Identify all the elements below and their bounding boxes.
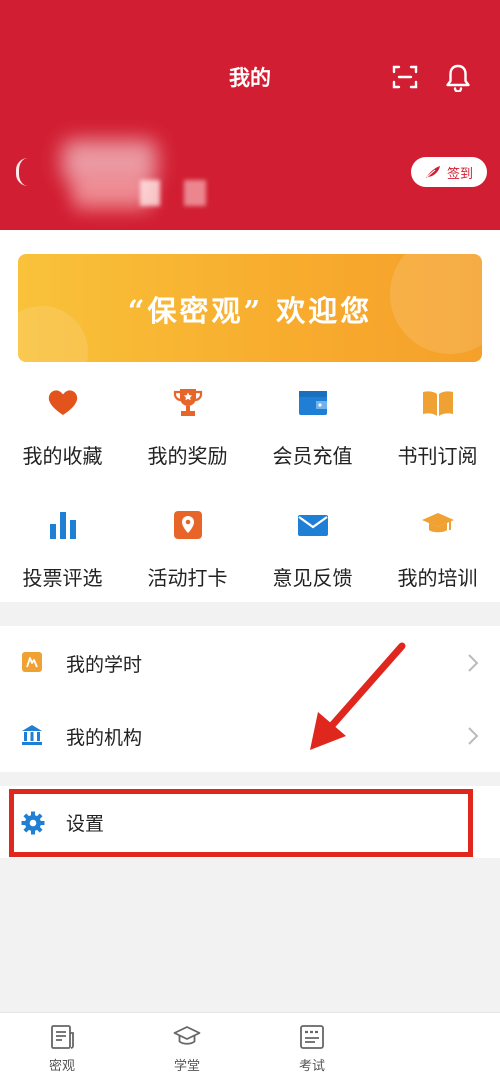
- grid-item-training[interactable]: 我的培训: [375, 508, 500, 591]
- feather-icon: [425, 166, 440, 178]
- news-icon: [51, 1025, 74, 1049]
- mail-icon: [297, 515, 328, 536]
- tab-kaoshi[interactable]: 考试: [282, 1023, 342, 1074]
- grid-item-label: 意见反馈: [272, 566, 353, 590]
- institution-icon: [22, 725, 42, 745]
- chevron-right-icon: [468, 727, 479, 745]
- grid-item-label: 我的培训: [397, 566, 478, 590]
- blurred-mark-2: [184, 180, 206, 206]
- grid-item-recharge[interactable]: 会员充值: [250, 386, 375, 469]
- tab-miguan[interactable]: 密观: [32, 1023, 92, 1074]
- grid-item-label: 我的奖励: [147, 444, 228, 468]
- bar-chart-icon: [49, 512, 76, 539]
- exam-icon: [300, 1025, 324, 1049]
- welcome-banner[interactable]: “保密观” 欢迎您: [18, 254, 482, 362]
- trophy-icon: [173, 389, 202, 416]
- list-item-label: 我的机构: [66, 727, 143, 749]
- location-pin-icon: [173, 511, 202, 539]
- book-icon: [422, 391, 453, 416]
- list-item-institution[interactable]: 我的机构: [0, 699, 500, 772]
- grid-item-subscription[interactable]: 书刊订阅: [375, 386, 500, 469]
- wallet-icon: [298, 391, 327, 415]
- profile-header: 我的 签到: [0, 0, 500, 230]
- grid-item-voting[interactable]: 投票评选: [0, 508, 125, 591]
- grid-item-label: 活动打卡: [147, 566, 228, 590]
- list-item-label: 我的学时: [66, 654, 143, 676]
- annotation-highlight-box: [9, 789, 473, 857]
- grid-item-rewards[interactable]: 我的奖励: [125, 386, 250, 469]
- blurred-mark: [140, 180, 160, 206]
- bell-icon[interactable]: [445, 62, 471, 92]
- banner-text: “保密观” 欢迎您: [127, 294, 373, 328]
- heart-icon: [48, 390, 77, 415]
- list-item-study-hours[interactable]: 我的学时: [0, 626, 500, 699]
- page-title: 我的: [229, 66, 271, 90]
- annotation-arrow-icon: [310, 642, 406, 750]
- checkin-label: 签到: [446, 166, 473, 182]
- avatar[interactable]: [16, 158, 28, 186]
- grid-item-label: 书刊订阅: [397, 444, 478, 468]
- grid-item-label: 会员充值: [272, 444, 353, 468]
- tab-xuetang[interactable]: 学堂: [157, 1023, 217, 1074]
- menu-list: 我的学时 我的机构: [0, 626, 500, 772]
- scan-icon[interactable]: [392, 64, 418, 90]
- grid-item-checkin[interactable]: 活动打卡: [125, 508, 250, 591]
- grid-item-label: 我的收藏: [22, 444, 103, 468]
- tab-label: 学堂: [173, 1059, 200, 1074]
- study-hours-icon: [22, 652, 42, 672]
- tab-label: 考试: [298, 1059, 325, 1074]
- chevron-right-icon: [468, 654, 479, 672]
- graduation-cap-icon: [421, 513, 454, 533]
- grid-item-feedback[interactable]: 意见反馈: [250, 508, 375, 591]
- graduation-cap-icon: [173, 1026, 201, 1045]
- grid-item-label: 投票评选: [22, 566, 103, 590]
- bottom-tab-bar: 密观 学堂 考试: [0, 1012, 500, 1084]
- grid-item-favorites[interactable]: 我的收藏: [0, 386, 125, 469]
- tab-label: 密观: [48, 1059, 75, 1074]
- checkin-button[interactable]: 签到: [411, 157, 487, 187]
